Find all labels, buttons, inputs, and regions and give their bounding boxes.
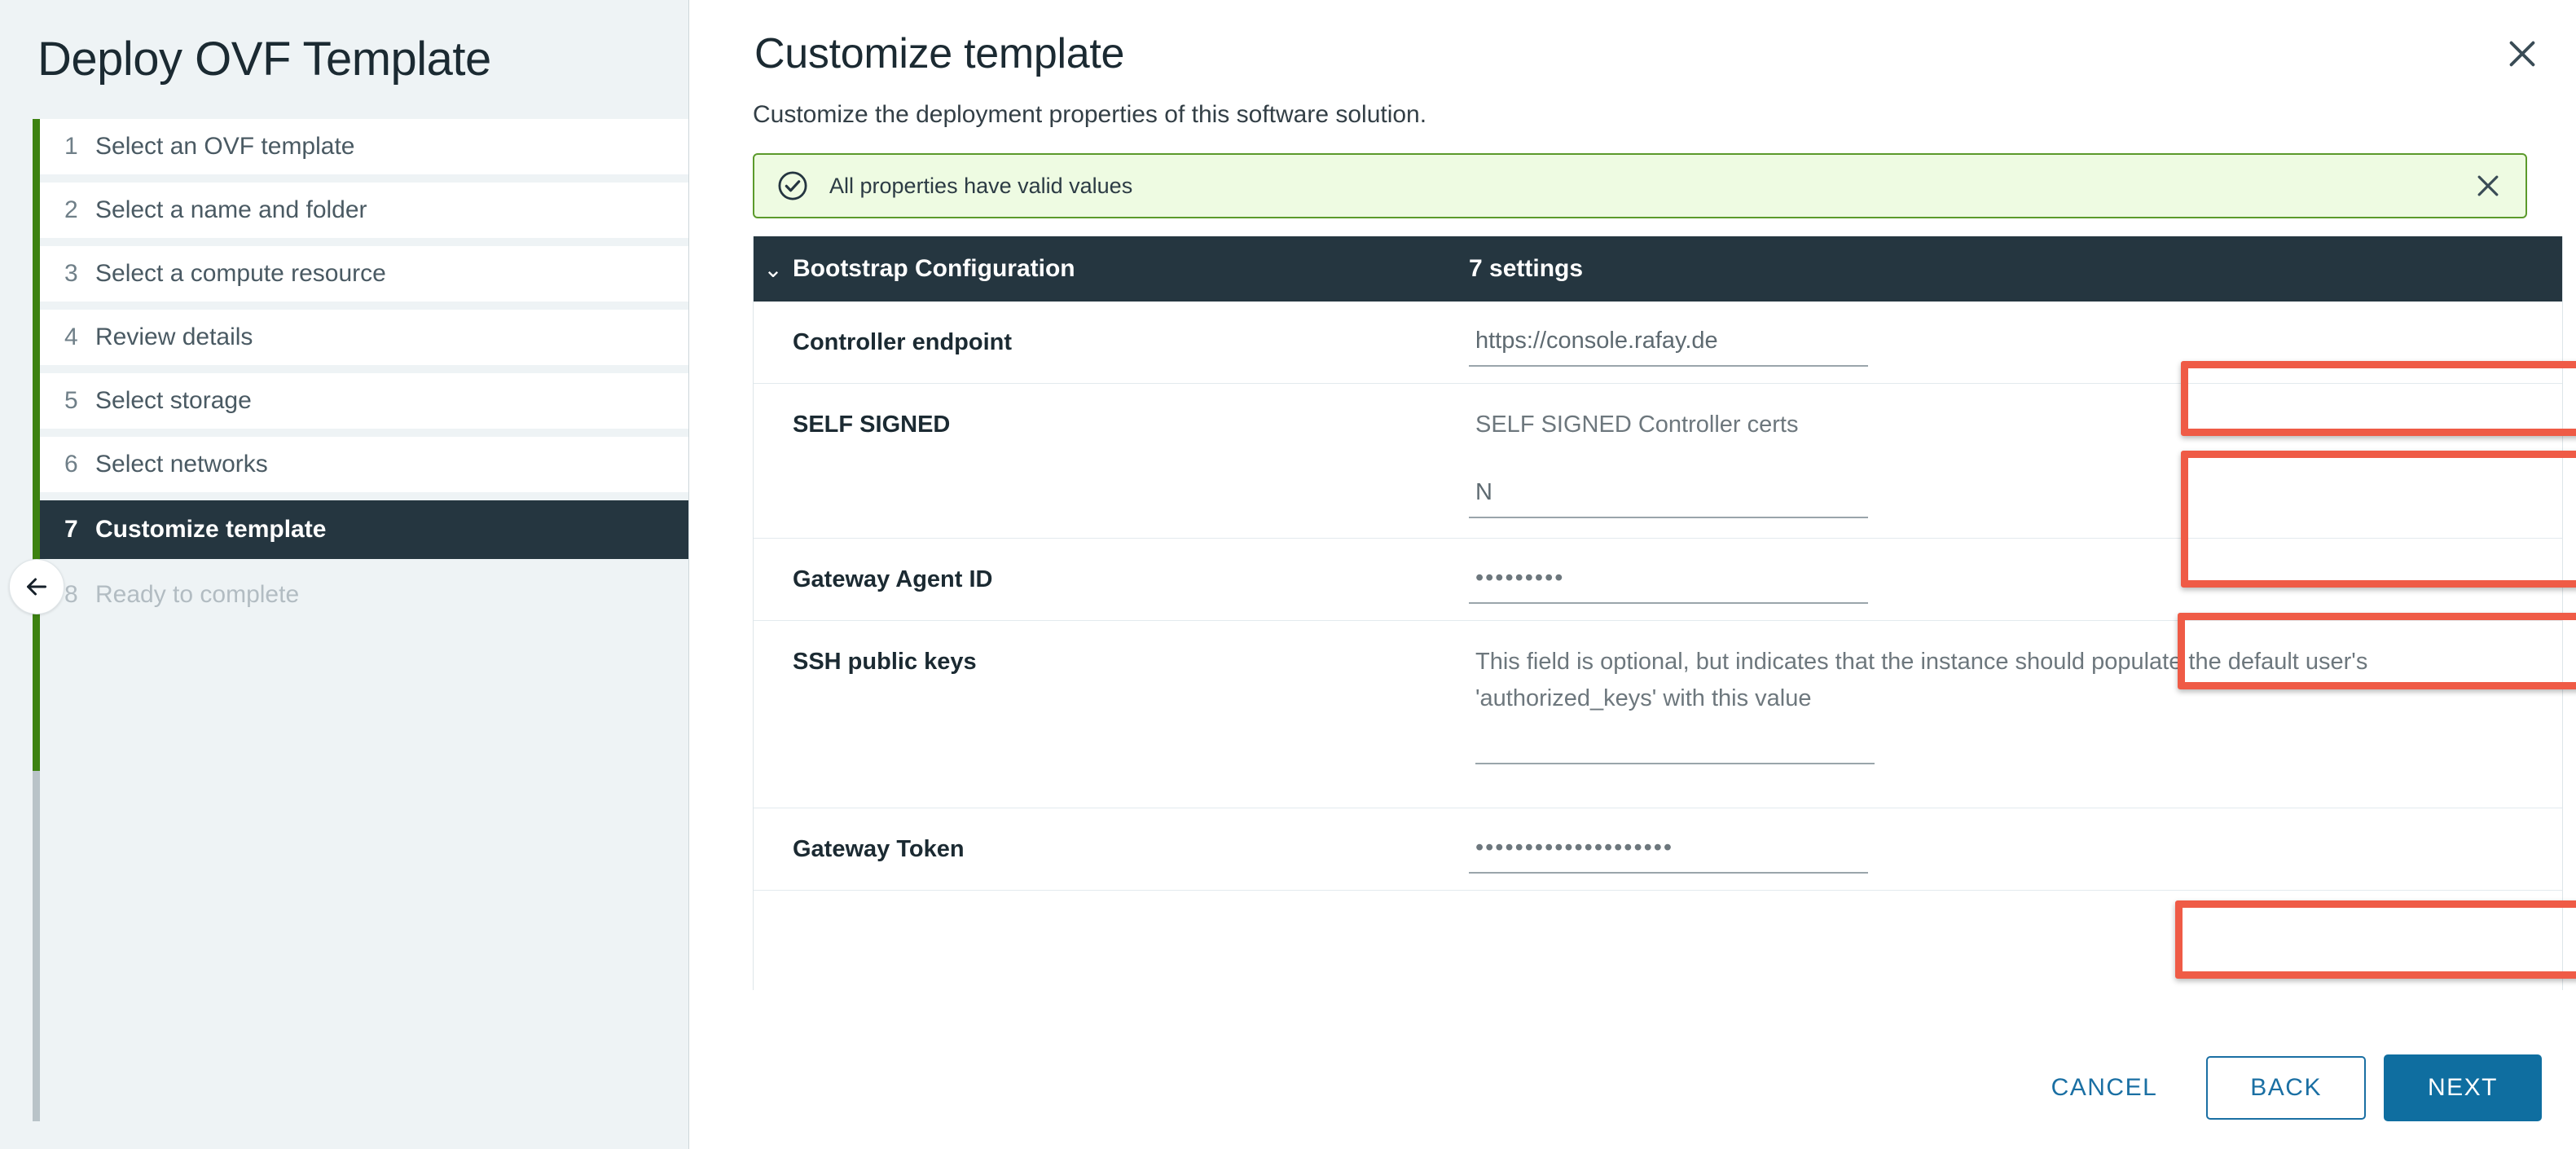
property-row-gateway-agent-id: Gateway Agent ID •••••••••: [754, 539, 2562, 621]
step-label: Ready to complete: [95, 580, 300, 608]
sidebar-step-1[interactable]: 1 Select an OVF template: [40, 118, 688, 174]
property-value: https://console.rafay.de: [1469, 302, 2562, 383]
steps-remaining-rail: [33, 770, 40, 1121]
step-label: Review details: [95, 323, 253, 350]
property-label: Controller endpoint: [793, 329, 1013, 355]
validation-alert: All properties have valid values: [753, 153, 2527, 218]
step-label: Select an OVF template: [95, 132, 355, 160]
property-label: SSH public keys: [793, 649, 977, 675]
back-button[interactable]: BACK: [2206, 1056, 2366, 1120]
wizard-footer: CANCEL BACK NEXT: [2020, 1054, 2542, 1121]
step-number: 3: [64, 259, 78, 287]
ssh-public-keys-input[interactable]: [1475, 759, 1875, 764]
step-number: 8: [64, 580, 78, 608]
property-value-empty: [1469, 891, 2562, 969]
ssh-public-keys-helper-text: This field is optional, but indicates th…: [1475, 649, 2368, 711]
sidebar-collapse-button[interactable]: [9, 559, 64, 614]
property-value: This field is optional, but indicates th…: [1469, 621, 2562, 808]
property-label: SELF SIGNED: [793, 412, 951, 438]
property-label: Gateway Token: [793, 836, 965, 862]
property-label-empty: [754, 891, 1469, 969]
property-label: Gateway Agent ID: [793, 566, 993, 592]
property-row-self-signed: SELF SIGNED SELF SIGNED Controller certs…: [754, 384, 2562, 539]
page-subtitle: Customize the deployment properties of t…: [753, 101, 1427, 128]
self-signed-helper-text: SELF SIGNED Controller certs: [1475, 412, 1799, 438]
alert-message: All properties have valid values: [829, 173, 1133, 198]
step-label: Customize template: [95, 515, 327, 543]
self-signed-input[interactable]: N: [1469, 470, 1868, 518]
cancel-button[interactable]: CANCEL: [2020, 1058, 2189, 1118]
section-title: Bootstrap Configuration: [793, 255, 1075, 282]
property-row-gateway-token: Gateway Token ••••••••••••••••••••: [754, 808, 2562, 891]
gateway-token-input[interactable]: ••••••••••••••••••••: [1469, 826, 1868, 874]
property-value: SELF SIGNED Controller certs N: [1469, 384, 2562, 538]
step-label: Select networks: [95, 450, 268, 478]
alert-close-button[interactable]: [2472, 169, 2504, 202]
step-number: 2: [64, 196, 78, 223]
step-number: 6: [64, 450, 78, 478]
sidebar-step-4[interactable]: 4 Review details: [40, 309, 688, 365]
check-circle-icon: [778, 171, 807, 200]
property-row-controller-endpoint: Controller endpoint https://console.rafa…: [754, 302, 2562, 384]
step-label: Select storage: [95, 386, 252, 414]
wizard-steps: 1 Select an OVF template 2 Select a name…: [0, 118, 688, 1121]
steps-progress-rail: [33, 118, 40, 771]
close-icon: [2477, 175, 2499, 196]
step-number: 5: [64, 386, 78, 414]
wizard-main-panel: Customize template Customize the deploym…: [689, 0, 2576, 1149]
chevron-down-icon: ⌄: [763, 256, 783, 282]
step-label: Select a name and folder: [95, 196, 367, 223]
sidebar-step-6[interactable]: 6 Select networks: [40, 436, 688, 492]
page-title: Customize template: [754, 30, 1125, 77]
property-row-ssh-public-keys: SSH public keys This field is optional, …: [754, 621, 2562, 808]
sidebar-step-3[interactable]: 3 Select a compute resource: [40, 245, 688, 302]
sidebar-step-5[interactable]: 5 Select storage: [40, 372, 688, 429]
deploy-ovf-wizard: Deploy OVF Template 1 Select an OVF temp…: [0, 0, 2576, 1149]
property-value: ••••••••••••••••••••: [1469, 808, 2562, 890]
property-value: •••••••••: [1469, 539, 2562, 620]
properties-table: ⌄ Bootstrap Configuration 7 settings Con…: [753, 236, 2563, 990]
property-row-partial: [754, 891, 2562, 969]
section-header-bootstrap-configuration[interactable]: ⌄ Bootstrap Configuration 7 settings: [754, 236, 2562, 302]
next-button[interactable]: NEXT: [2383, 1054, 2542, 1121]
wizard-sidebar: Deploy OVF Template 1 Select an OVF temp…: [0, 0, 689, 1149]
sidebar-step-8: 8 Ready to complete: [40, 567, 688, 623]
step-label: Select a compute resource: [95, 259, 386, 287]
arrow-left-icon: [27, 578, 46, 596]
sidebar-step-7[interactable]: 7 Customize template: [40, 500, 688, 559]
step-number: 4: [64, 323, 78, 350]
close-icon: [2509, 41, 2535, 67]
dialog-close-button[interactable]: [2499, 31, 2545, 77]
gateway-agent-id-input[interactable]: •••••••••: [1469, 557, 1868, 604]
step-number: 7: [64, 515, 78, 543]
sidebar-step-2[interactable]: 2 Select a name and folder: [40, 182, 688, 238]
section-settings-count: 7 settings: [1469, 255, 1584, 282]
wizard-title: Deploy OVF Template: [37, 33, 491, 86]
controller-endpoint-input[interactable]: https://console.rafay.de: [1469, 319, 1868, 367]
step-number: 1: [64, 132, 78, 160]
